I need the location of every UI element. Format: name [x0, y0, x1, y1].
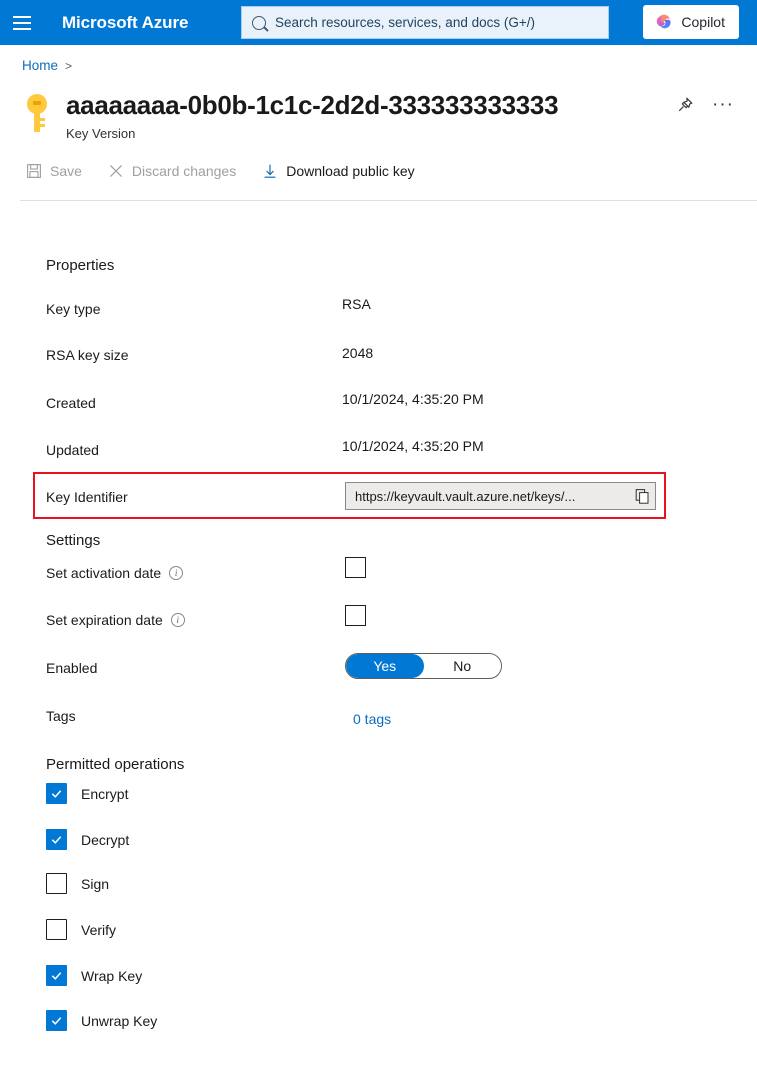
- toolbar-divider: [20, 200, 757, 201]
- permitted-operations-heading: Permitted operations: [46, 756, 184, 773]
- row-label-created: Created: [46, 395, 96, 411]
- save-disk-icon: [26, 163, 42, 179]
- search-icon: [252, 16, 266, 30]
- save-button[interactable]: Save: [26, 163, 82, 179]
- page-title: aaaaaaaa-0b0b-1c1c-2d2d-333333333333: [66, 90, 676, 120]
- permitted-operation-wrap-key[interactable]: Wrap Key: [46, 965, 142, 986]
- row-label-key-type: Key type: [46, 301, 100, 317]
- permitted-operation-label: Decrypt: [81, 832, 129, 848]
- checkbox-checked-icon: [46, 829, 67, 850]
- enabled-toggle-option-yes[interactable]: Yes: [346, 654, 424, 678]
- breadcrumb: Home >: [22, 58, 72, 73]
- copy-icon[interactable]: [634, 488, 651, 505]
- azure-top-navigation-bar: Microsoft Azure Search resources, servic…: [0, 0, 757, 45]
- copilot-icon: [654, 13, 673, 32]
- permitted-operation-label: Encrypt: [81, 786, 128, 802]
- page-header-actions: ···: [676, 96, 734, 114]
- breadcrumb-separator-icon: >: [65, 59, 72, 73]
- permitted-operation-label: Wrap Key: [81, 968, 142, 984]
- command-toolbar: Save Discard changes Download public key: [26, 163, 415, 179]
- row-label-enabled: Enabled: [46, 660, 97, 676]
- search-input[interactable]: Search resources, services, and docs (G+…: [241, 6, 609, 39]
- row-label-set-activation-date: Set activation date i: [46, 565, 183, 581]
- row-label-updated: Updated: [46, 442, 99, 458]
- enabled-toggle[interactable]: Yes No: [345, 653, 502, 679]
- info-icon[interactable]: i: [169, 566, 183, 580]
- permitted-operation-label: Sign: [81, 876, 109, 892]
- row-value-rsa-key-size: 2048: [342, 345, 373, 361]
- row-label-key-identifier: Key Identifier: [46, 489, 128, 505]
- row-label-tags: Tags: [46, 708, 76, 724]
- checkbox-unchecked-icon: [46, 919, 67, 940]
- row-value-updated: 10/1/2024, 4:35:20 PM: [342, 438, 484, 454]
- row-value-created: 10/1/2024, 4:35:20 PM: [342, 391, 484, 407]
- discard-changes-button[interactable]: Discard changes: [108, 163, 236, 179]
- key-identifier-value: https://keyvault.vault.azure.net/keys/..…: [355, 489, 630, 504]
- enabled-toggle-option-no[interactable]: No: [424, 654, 502, 678]
- checkbox-unchecked-icon: [46, 873, 67, 894]
- download-public-key-label: Download public key: [286, 163, 414, 179]
- permitted-operation-sign[interactable]: Sign: [46, 873, 109, 894]
- info-icon[interactable]: i: [171, 613, 185, 627]
- copilot-label: Copilot: [681, 14, 725, 30]
- page-header: aaaaaaaa-0b0b-1c1c-2d2d-333333333333 Key…: [22, 90, 734, 141]
- discard-changes-label: Discard changes: [132, 163, 236, 179]
- row-label-set-expiration-date: Set expiration date i: [46, 612, 185, 628]
- key-icon: [22, 92, 56, 136]
- ellipsis-icon[interactable]: ···: [712, 100, 734, 110]
- permitted-operation-verify[interactable]: Verify: [46, 919, 116, 940]
- set-expiration-date-label: Set expiration date: [46, 612, 163, 628]
- permitted-operation-decrypt[interactable]: Decrypt: [46, 829, 129, 850]
- permitted-operation-label: Unwrap Key: [81, 1013, 157, 1029]
- set-activation-date-checkbox[interactable]: [345, 557, 366, 578]
- copilot-button[interactable]: Copilot: [643, 5, 739, 39]
- download-arrow-icon: [262, 163, 278, 179]
- hamburger-menu-icon[interactable]: [0, 0, 44, 45]
- settings-heading: Settings: [46, 532, 100, 549]
- permitted-operation-label: Verify: [81, 922, 116, 938]
- set-activation-date-label: Set activation date: [46, 565, 161, 581]
- checkbox-checked-icon: [46, 1010, 67, 1031]
- save-label: Save: [50, 163, 82, 179]
- properties-heading: Properties: [46, 257, 114, 274]
- row-label-rsa-key-size: RSA key size: [46, 347, 128, 363]
- breadcrumb-item-home[interactable]: Home: [22, 58, 58, 73]
- page-subtitle: Key Version: [66, 126, 676, 141]
- brand-title: Microsoft Azure: [62, 13, 188, 33]
- search-placeholder-text: Search resources, services, and docs (G+…: [275, 15, 535, 30]
- row-value-key-type: RSA: [342, 296, 371, 312]
- checkbox-checked-icon: [46, 783, 67, 804]
- tags-link[interactable]: 0 tags: [353, 711, 391, 727]
- download-public-key-button[interactable]: Download public key: [262, 163, 414, 179]
- key-identifier-field[interactable]: https://keyvault.vault.azure.net/keys/..…: [345, 482, 656, 510]
- set-expiration-date-checkbox[interactable]: [345, 605, 366, 626]
- checkbox-checked-icon: [46, 965, 67, 986]
- close-x-icon: [108, 163, 124, 179]
- pin-icon[interactable]: [676, 96, 694, 114]
- permitted-operation-encrypt[interactable]: Encrypt: [46, 783, 128, 804]
- permitted-operation-unwrap-key[interactable]: Unwrap Key: [46, 1010, 157, 1031]
